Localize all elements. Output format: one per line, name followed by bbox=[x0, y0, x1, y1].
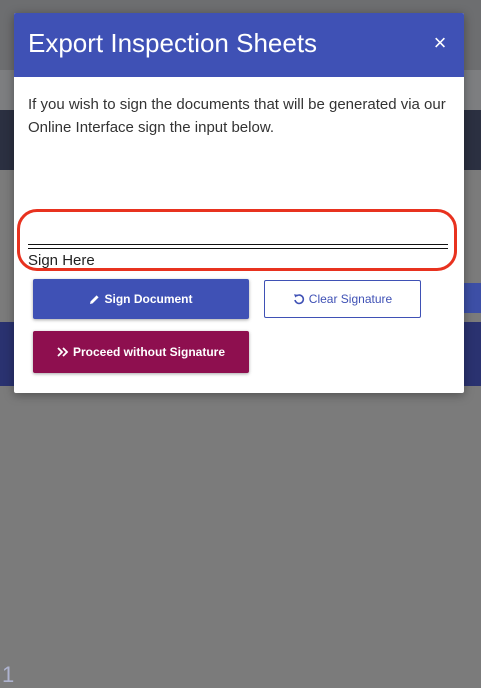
dialog-description: If you wish to sign the documents that w… bbox=[28, 96, 446, 136]
sign-document-label: Sign Document bbox=[104, 292, 193, 306]
signature-line bbox=[28, 244, 448, 245]
double-chevron-right-icon bbox=[57, 347, 69, 357]
export-inspection-dialog: Export Inspection Sheets × If you wish t… bbox=[14, 13, 464, 393]
clear-signature-label: Clear Signature bbox=[308, 292, 393, 306]
signature-line-secondary bbox=[28, 248, 448, 249]
close-icon: × bbox=[433, 30, 447, 55]
signature-label: Sign Here bbox=[28, 252, 95, 269]
background-button bbox=[463, 283, 481, 313]
sign-document-button[interactable]: Sign Document bbox=[33, 279, 249, 319]
proceed-without-signature-button[interactable]: Proceed without Signature bbox=[33, 331, 249, 373]
proceed-without-signature-label: Proceed without Signature bbox=[72, 345, 225, 359]
clear-signature-button[interactable]: Clear Signature bbox=[264, 280, 421, 318]
dialog-title: Export Inspection Sheets bbox=[28, 28, 318, 58]
background-bottom-text: 1 bbox=[2, 662, 15, 687]
undo-icon bbox=[293, 293, 305, 305]
close-button[interactable]: × bbox=[428, 31, 452, 55]
signature-pad[interactable]: Sign Here bbox=[28, 188, 448, 269]
dialog-header: Export Inspection Sheets × bbox=[14, 13, 464, 77]
pencil-icon bbox=[89, 294, 100, 305]
